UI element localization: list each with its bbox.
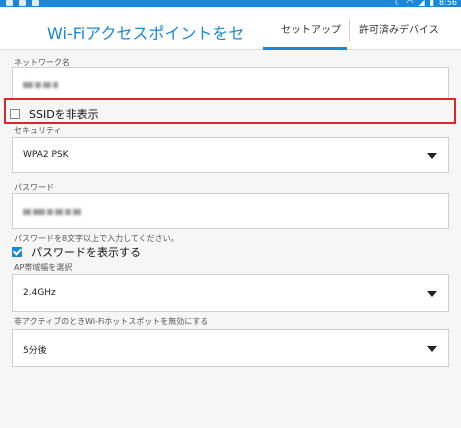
redacted-text: [43, 81, 51, 88]
screen: ☾ ◠ ◢ ▮ 8:56 Wi-Fiアクセスポイントをセット... セットアップ…: [0, 0, 461, 428]
redacted-text: [23, 81, 33, 88]
notification-icon: [19, 0, 26, 6]
active-tab-indicator: [263, 47, 347, 50]
network-name-field[interactable]: [12, 67, 449, 99]
chevron-down-icon: [427, 153, 437, 159]
inactive-timeout-dropdown[interactable]: 5分後: [12, 329, 449, 367]
redacted-text: [55, 208, 63, 215]
security-dropdown[interactable]: WPA2 PSK: [12, 137, 449, 173]
redacted-text: [53, 81, 58, 88]
redacted-text: [33, 208, 45, 215]
security-label: セキュリティ: [14, 126, 62, 135]
show-password-checkbox[interactable]: [12, 247, 22, 257]
inactive-timeout-value: 5分後: [23, 346, 47, 356]
chevron-down-icon: [427, 291, 437, 297]
tab-allowed-devices[interactable]: 許可済みデバイス: [359, 21, 439, 36]
ap-band-value: 2.4GHz: [23, 288, 56, 298]
ap-band-label: AP帯域幅を選択: [14, 263, 73, 272]
notification-icons: [6, 0, 39, 6]
app-header: Wi-Fiアクセスポイントをセット... セットアップ 許可済みデバイス: [0, 7, 461, 50]
password-redacted: [23, 207, 83, 217]
inactive-timeout-label: 非アクティブのときWi-Fiホットスポットを無効にする: [14, 317, 209, 326]
security-value: WPA2 PSK: [23, 150, 69, 160]
page-title: Wi-Fiアクセスポイントをセット...: [47, 24, 247, 43]
redacted-text: [47, 208, 53, 215]
tab-setup[interactable]: セットアップ: [281, 21, 341, 36]
chevron-down-icon: [427, 346, 437, 352]
status-bar: ☾ ◠ ◢ ▮ 8:56: [0, 0, 461, 7]
redacted-text: [35, 81, 41, 88]
password-field[interactable]: [12, 193, 449, 229]
password-label: パスワード: [14, 183, 54, 192]
notification-icon: [32, 0, 39, 6]
notification-icon: [6, 0, 13, 6]
show-password-label: パスワードを表示する: [31, 246, 141, 259]
highlight-box: [4, 98, 456, 124]
ap-band-dropdown[interactable]: 2.4GHz: [12, 274, 449, 312]
redacted-text: [65, 208, 71, 215]
redacted-text: [23, 208, 31, 215]
network-name-redacted: [23, 80, 60, 90]
tab-divider: [349, 19, 350, 41]
show-password-row[interactable]: パスワードを表示する: [12, 244, 141, 260]
password-hint: パスワードを8文字以上で入力してください。: [14, 234, 179, 243]
redacted-text: [73, 208, 81, 215]
